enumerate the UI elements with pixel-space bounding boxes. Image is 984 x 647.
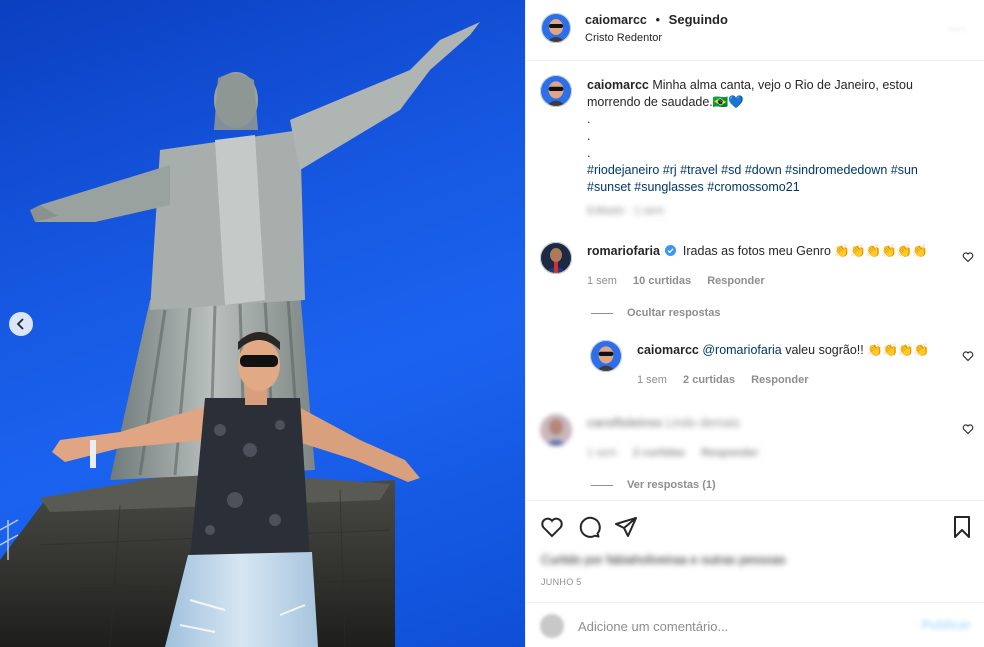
reply-like-heart-icon[interactable] xyxy=(962,350,974,362)
replies-divider xyxy=(591,484,613,486)
commenter-avatar[interactable] xyxy=(540,242,572,274)
post-details-panel: caiomarcc • Seguindo Cristo Redentor ···… xyxy=(525,0,984,647)
heart-icon[interactable] xyxy=(540,515,564,539)
verified-badge-icon xyxy=(665,245,677,256)
view-replies-button[interactable]: Ver respostas (1) xyxy=(591,479,716,491)
replies-divider xyxy=(591,312,613,314)
post-date: JUNHO 5 xyxy=(541,577,582,587)
bookmark-icon[interactable] xyxy=(950,515,974,539)
chevron-left-icon xyxy=(16,318,24,330)
commenter-username[interactable]: romariofaria xyxy=(587,244,660,258)
reply-time: 1 sem xyxy=(637,374,667,386)
hashtag-link[interactable]: #riodejaneiro xyxy=(587,163,659,177)
comment-item: carolfoleiros Lindo demais 1 sem 2 curti… xyxy=(526,412,984,472)
reply-button[interactable]: Responder xyxy=(701,447,758,459)
comment-time: 1 sem xyxy=(587,447,617,459)
caption-username[interactable]: caiomarcc xyxy=(587,78,649,92)
comment-like-heart-icon[interactable] xyxy=(962,251,974,263)
reply-likes-count[interactable]: 2 curtidas xyxy=(683,374,735,386)
comment-like-heart-icon[interactable] xyxy=(962,423,974,435)
comment-time: 1 sem xyxy=(587,275,617,287)
reply-text: valeu sogrão!! 👏👏👏👏 xyxy=(781,343,930,357)
comment-item: romariofaria Iradas as fotos meu Genro 👏… xyxy=(526,240,984,300)
follow-status-button[interactable]: Seguindo xyxy=(669,12,728,27)
likes-summary[interactable]: Curtido por fabiaholiveiraa e outras pes… xyxy=(541,553,786,567)
comment-text: Lindo demais xyxy=(665,416,740,430)
reply-button[interactable]: Responder xyxy=(751,374,808,386)
hashtag-link[interactable]: #travel xyxy=(680,163,718,177)
hide-replies-button[interactable]: Ocultar respostas xyxy=(591,307,721,319)
add-comment-bar: Publicar xyxy=(526,602,984,647)
caption-dot-line: . xyxy=(587,129,591,143)
post-photo[interactable] xyxy=(0,0,525,647)
photo-scene xyxy=(0,22,480,647)
hashtag-link[interactable]: #sd xyxy=(721,163,741,177)
author-username[interactable]: caiomarcc xyxy=(585,13,647,27)
hashtag-link[interactable]: #rj xyxy=(663,163,677,177)
hashtag-link[interactable]: #cromossomo21 xyxy=(707,180,799,194)
hashtag-link[interactable]: #down xyxy=(745,163,782,177)
caption-author-avatar[interactable] xyxy=(540,75,572,107)
author-avatar[interactable] xyxy=(541,13,571,43)
comment-input[interactable] xyxy=(578,615,908,637)
hashtag-link[interactable]: #sun xyxy=(891,163,918,177)
mention-link[interactable]: @romariofaria xyxy=(702,343,781,357)
reply-button[interactable]: Responder xyxy=(707,275,764,287)
caption-dot-line: . xyxy=(587,112,591,126)
share-icon[interactable] xyxy=(614,515,638,539)
hashtag-link[interactable]: #sindromededown xyxy=(785,163,887,177)
comment-icon[interactable] xyxy=(577,515,601,539)
commenter-avatar[interactable] xyxy=(540,414,572,446)
reply-username[interactable]: caiomarcc xyxy=(637,343,699,357)
comment-likes-count[interactable]: 2 curtidas xyxy=(633,447,685,459)
commenter-username[interactable]: carolfoleiros xyxy=(587,416,662,430)
comment-text: Iradas as fotos meu Genro 👏👏👏👏👏👏 xyxy=(682,244,928,258)
caption-dot-line: . xyxy=(587,146,591,160)
reply-item: caiomarcc @romariofaria valeu sogrão!! 👏… xyxy=(526,338,984,398)
view-replies-label: Ver respostas (1) xyxy=(627,479,716,491)
caption-meta: Editado · 1 sem xyxy=(587,205,665,217)
hashtag-link[interactable]: #sunglasses xyxy=(634,180,704,194)
comment-likes-count[interactable]: 10 curtidas xyxy=(633,275,691,287)
post-location[interactable]: Cristo Redentor xyxy=(585,32,662,44)
hashtag-list: #riodejaneiro #rj #travel #sd #down #sin… xyxy=(587,162,937,196)
hashtag-link[interactable]: #sunset xyxy=(587,180,631,194)
more-options-icon[interactable]: ··· xyxy=(949,20,971,36)
post-header: caiomarcc • Seguindo Cristo Redentor ··· xyxy=(526,0,984,61)
hide-replies-label: Ocultar respostas xyxy=(627,307,721,319)
carousel-prev-button[interactable] xyxy=(9,312,33,336)
publish-comment-button[interactable]: Publicar xyxy=(922,618,971,632)
emoji-icon[interactable] xyxy=(540,614,564,638)
separator-dot: • xyxy=(655,12,661,27)
reply-author-avatar[interactable] xyxy=(590,340,622,372)
